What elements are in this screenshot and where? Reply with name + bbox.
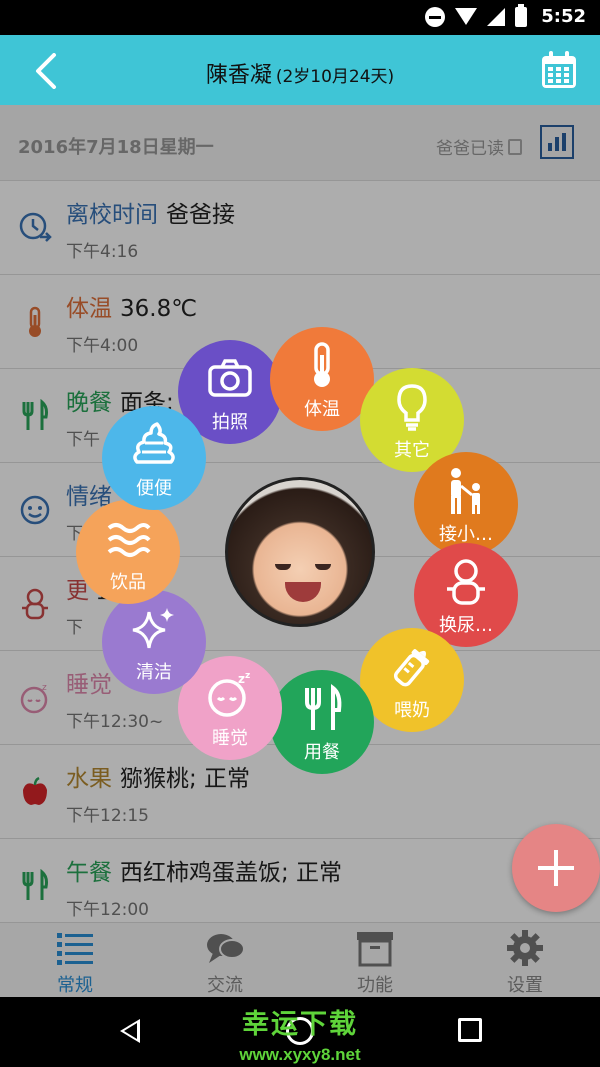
menu-label: 睡觉: [212, 728, 248, 749]
menu-sparkle-button[interactable]: 清洁: [102, 590, 206, 694]
calendar-button[interactable]: [540, 50, 578, 90]
app-header: 陳香凝 (2岁10月24天): [0, 35, 600, 105]
sleeping-face-icon: zz: [205, 670, 255, 720]
menu-fork-knife-button[interactable]: 用餐: [270, 670, 374, 774]
nav-home-icon[interactable]: [286, 1017, 314, 1045]
parent-child-icon: [441, 466, 491, 516]
avatar-eyes: [275, 564, 331, 572]
child-name: 陳香凝: [205, 63, 272, 88]
svg-text:z: z: [245, 671, 250, 681]
baby-icon: [441, 557, 491, 607]
child-avatar[interactable]: [225, 477, 375, 627]
nav-back-icon[interactable]: [120, 1019, 140, 1043]
menu-parent-child-button[interactable]: 接小…: [414, 452, 518, 556]
battery-icon: [515, 3, 528, 27]
baby-bottle-icon: [387, 642, 437, 692]
camera-icon: [205, 354, 255, 404]
page-title: 陳香凝 (2岁10月24天): [0, 57, 600, 89]
status-icons: 5:52: [425, 3, 586, 27]
sparkle-icon: [129, 604, 179, 654]
avatar-mouth: [285, 582, 321, 602]
menu-thermometer-button[interactable]: 体温: [270, 327, 374, 431]
menu-label: 体温: [304, 399, 340, 420]
wifi-icon: [455, 8, 478, 25]
add-record-button[interactable]: [512, 824, 600, 912]
poop-icon: [129, 420, 179, 470]
waves-icon: [103, 514, 153, 564]
menu-label: 饮品: [110, 572, 146, 593]
status-bar: 5:52: [0, 0, 600, 35]
menu-waves-button[interactable]: 饮品: [76, 500, 180, 604]
menu-label: 用餐: [304, 742, 340, 763]
nav-recents-icon[interactable]: [458, 1018, 482, 1042]
menu-baby-bottle-button[interactable]: 喂奶: [360, 628, 464, 732]
thermometer-icon: [297, 341, 347, 391]
fork-knife-icon: [297, 683, 347, 734]
app-screen: 5:52 陳香凝 (2岁10月24天) 2016年7月18日星期一 爸爸已读 离…: [0, 0, 600, 1067]
svg-text:z: z: [238, 672, 245, 686]
menu-label: 喂奶: [394, 700, 430, 721]
child-age: (2岁10月24天): [275, 67, 395, 87]
do-not-disturb-icon: [425, 6, 446, 27]
system-nav-bar: [0, 997, 600, 1067]
signal-icon: [487, 7, 506, 26]
menu-label: 清洁: [136, 662, 172, 683]
calendar-icon: [542, 51, 576, 88]
menu-poop-button[interactable]: 便便: [102, 406, 206, 510]
lightbulb-icon: [387, 382, 437, 432]
status-time: 5:52: [541, 6, 586, 27]
menu-label: 便便: [136, 478, 172, 499]
